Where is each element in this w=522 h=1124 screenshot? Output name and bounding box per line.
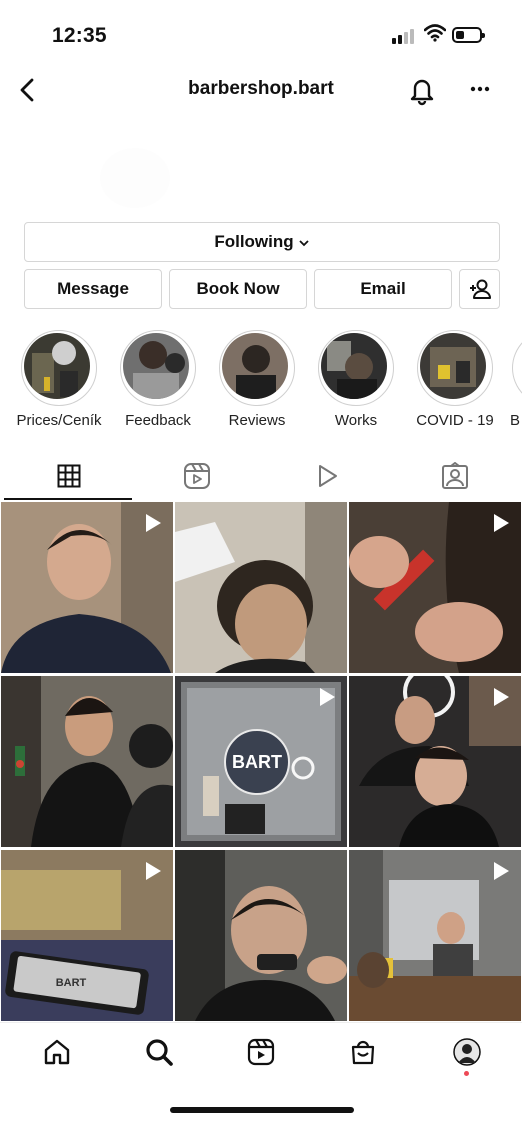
shop-icon (351, 1040, 375, 1065)
home-indicator (170, 1107, 354, 1113)
post-image (175, 850, 347, 1021)
chevron-down-icon (299, 240, 309, 247)
post-thumbnail[interactable] (1, 676, 173, 847)
profile-avatar-placeholder (100, 148, 170, 208)
profile-avatar (453, 1038, 481, 1066)
nav-profile[interactable] (450, 1035, 484, 1069)
highlight-label: B (510, 412, 521, 429)
reel-play-icon (494, 688, 509, 706)
status-bar: 12:35 (0, 0, 522, 70)
signal-icon (392, 28, 418, 44)
reel-play-icon (320, 688, 335, 706)
post-image (1, 676, 173, 847)
active-tab-indicator (4, 498, 132, 500)
tab-tagged[interactable] (390, 452, 520, 500)
posts-grid: BART BART (0, 502, 522, 1022)
reel-play-icon (146, 862, 161, 880)
post-thumbnail[interactable]: BART (175, 676, 347, 847)
bottom-navigation (0, 1022, 522, 1124)
video-icon (319, 465, 337, 487)
post-thumbnail[interactable] (349, 676, 521, 847)
post-overlay-text: BART (56, 977, 87, 989)
tagged-icon (442, 462, 468, 489)
notification-dot (464, 1071, 469, 1076)
add-user-button[interactable] (459, 269, 500, 309)
post-overlay-text: BART (232, 752, 282, 772)
bell-icon[interactable] (407, 74, 437, 106)
post-thumbnail[interactable] (349, 502, 521, 673)
reel-play-icon (494, 514, 509, 532)
reels-icon (247, 1038, 275, 1066)
highlight-cover (123, 333, 189, 399)
following-label: Following (214, 232, 294, 251)
tab-videos[interactable] (262, 452, 392, 500)
email-button[interactable]: Email (314, 269, 452, 309)
post-thumbnail[interactable] (349, 850, 521, 1021)
more-options-icon[interactable] (466, 78, 494, 100)
grid-icon (57, 464, 81, 488)
post-thumbnail[interactable] (175, 502, 347, 673)
book-now-button[interactable]: Book Now (169, 269, 307, 309)
post-image (175, 502, 347, 673)
wifi-icon (424, 24, 446, 42)
message-button[interactable]: Message (24, 269, 162, 309)
add-user-icon (469, 279, 491, 299)
reel-play-icon (146, 514, 161, 532)
profile-username: barbershop.bart (188, 78, 334, 99)
highlight-label: COVID - 19 (416, 412, 494, 429)
status-time: 12:35 (52, 24, 107, 47)
nav-home[interactable] (40, 1035, 74, 1069)
nav-search[interactable] (142, 1035, 176, 1069)
profile-tabs (0, 452, 522, 500)
highlight-cover (222, 333, 288, 399)
search-icon (146, 1039, 173, 1066)
highlight-cover (321, 333, 387, 399)
highlight-cover (420, 333, 486, 399)
nav-shop[interactable] (346, 1035, 380, 1069)
battery-icon (452, 27, 485, 43)
post-thumbnail[interactable] (175, 850, 347, 1021)
following-button[interactable]: Following (24, 222, 500, 262)
highlight-cover (24, 333, 90, 399)
tab-grid[interactable] (4, 452, 134, 500)
reels-icon (184, 463, 210, 489)
reel-play-icon (494, 862, 509, 880)
home-icon (44, 1039, 70, 1065)
nav-reels[interactable] (244, 1035, 278, 1069)
tab-reels[interactable] (132, 452, 262, 500)
post-thumbnail[interactable]: BART (1, 850, 173, 1021)
profile-header: barbershop.bart (0, 70, 522, 110)
post-thumbnail[interactable] (1, 502, 173, 673)
